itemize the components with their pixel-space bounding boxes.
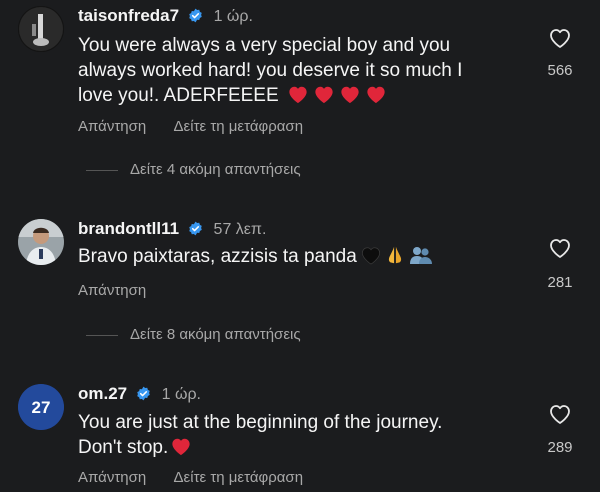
avatar-image (18, 219, 64, 265)
see-translation-button[interactable]: Δείτε τη μετάφραση (174, 469, 304, 486)
username[interactable]: brandontll11 (78, 219, 179, 238)
praying-hands-emoji-icon (388, 246, 401, 264)
timestamp: 1 ώρ. (161, 386, 201, 403)
comment-actions: Απάντηση (78, 282, 170, 299)
comment-text: Bravo paixtaras, azzisis ta panda (78, 244, 434, 269)
comment-actions: Απάντηση Δείτε τη μετάφραση (78, 118, 327, 135)
divider (86, 334, 118, 336)
avatar-label: 27 (32, 398, 51, 417)
avatar-image (18, 6, 64, 52)
like-count: 281 (547, 274, 573, 291)
comment-text-segment: Don't stop. (78, 437, 169, 458)
reply-button[interactable]: Απάντηση (78, 469, 146, 486)
like-count: 566 (547, 62, 573, 79)
verified-badge-icon (136, 386, 151, 401)
comment-text-line: love you!. ADERFEEEE (78, 83, 462, 108)
comment-text-line: always worked hard! you deserve it so mu… (78, 60, 463, 81)
verified-badge-icon (188, 8, 203, 23)
comment-text-line: Bravo paixtaras, azzisis ta panda (78, 246, 357, 267)
view-more-replies-label: Δείτε 8 ακόμη απαντήσεις (130, 326, 301, 343)
like-heart-icon[interactable] (548, 237, 572, 259)
red-heart-emoji-icon (170, 436, 192, 456)
comment-text-segment: love you!. ADERFEEEE (78, 85, 279, 106)
comment-text: You are just at the beginning of the jou… (78, 410, 442, 460)
see-translation-button[interactable]: Δείτε τη μετάφραση (174, 118, 304, 135)
divider (86, 169, 118, 171)
avatar-image: 27 (18, 384, 64, 430)
reply-button[interactable]: Απάντηση (78, 282, 146, 299)
like-count: 289 (547, 439, 573, 456)
view-more-replies[interactable]: Δείτε 4 ακόμη απαντήσεις (86, 161, 301, 178)
black-heart-emoji-icon (361, 247, 380, 265)
reply-button[interactable]: Απάντηση (78, 118, 146, 135)
comment-header: taisonfreda7 1 ώρ. (78, 6, 253, 26)
like-heart-icon[interactable] (548, 27, 572, 49)
red-heart-emoji-icon (313, 84, 335, 104)
avatar[interactable] (18, 219, 64, 265)
comment-text-line: Don't stop. (78, 435, 442, 460)
people-silhouette-emoji-icon (409, 247, 432, 264)
red-heart-emoji-icon (339, 84, 361, 104)
like-heart-icon[interactable] (548, 403, 572, 425)
avatar[interactable]: 27 (18, 384, 64, 430)
username[interactable]: taisonfreda7 (78, 6, 179, 25)
comment-header: brandontll11 57 λεπ. (78, 219, 266, 239)
username[interactable]: om.27 (78, 384, 127, 403)
comment-header: om.27 1 ώρ. (78, 384, 201, 404)
view-more-replies[interactable]: Δείτε 8 ακόμη απαντήσεις (86, 326, 301, 343)
comment-text: You were always a very special boy and y… (78, 33, 462, 108)
red-heart-emoji-icon (365, 84, 387, 104)
comment-actions: Απάντηση Δείτε τη μετάφραση (78, 469, 327, 486)
red-heart-emoji-icon (287, 84, 309, 104)
timestamp: 57 λεπ. (213, 221, 267, 238)
timestamp: 1 ώρ. (213, 8, 253, 25)
view-more-replies-label: Δείτε 4 ακόμη απαντήσεις (130, 161, 301, 178)
comment-text-line: You are just at the beginning of the jou… (78, 412, 443, 433)
verified-badge-icon (188, 221, 203, 236)
comment-text-line: You were always a very special boy and y… (78, 35, 451, 56)
avatar[interactable] (18, 6, 64, 52)
